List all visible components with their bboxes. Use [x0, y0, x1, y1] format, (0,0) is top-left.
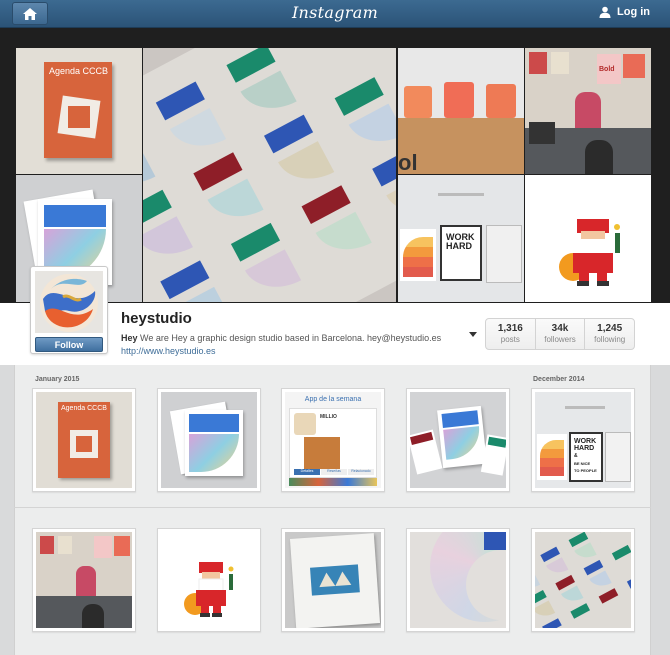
bio-name: Hey [121, 333, 138, 343]
stat-following-value: 1,245 [597, 323, 623, 334]
stat-posts-label: posts [500, 335, 520, 344]
month-label-january-2015: January 2015 [35, 376, 80, 383]
chevron-down-icon[interactable] [469, 332, 477, 337]
stat-following-label: following [594, 335, 626, 344]
feed-photo[interactable] [157, 388, 261, 492]
poster-amp: & [574, 453, 578, 459]
stat-posts-value: 1,316 [497, 323, 523, 334]
feed-photo[interactable]: App de la semana MILLIO Detalles Reseñas… [281, 388, 385, 492]
profile-bio: Hey We are Hey a graphic design studio b… [121, 333, 441, 343]
profile-username: heystudio [121, 310, 192, 327]
feed-divider [14, 507, 651, 508]
login-link[interactable]: Log in [599, 6, 650, 18]
profile-stats: 1,316 posts 34k followers 1,245 followin… [485, 318, 635, 350]
poster-hard: HARD [574, 445, 595, 452]
stat-followers[interactable]: 34k followers [536, 319, 586, 349]
stat-following[interactable]: 1,245 following [585, 319, 634, 349]
follow-button[interactable]: Follow [35, 337, 103, 352]
instagram-logo[interactable]: Instagram [0, 3, 670, 22]
poster-be-nice: BE NICE [574, 461, 591, 466]
feed-photo[interactable] [32, 528, 136, 632]
hero-photo-boxes[interactable]: ol [398, 48, 524, 174]
feed-photo[interactable] [406, 388, 510, 492]
user-icon [599, 6, 611, 18]
poster-to-people: TO PEOPLE [574, 468, 597, 473]
hero-photo-santa[interactable] [525, 175, 651, 302]
hero-photo-book[interactable]: Agenda CCCB [16, 48, 142, 174]
hero-photo-holographic-prints[interactable] [143, 48, 396, 302]
avatar-card: Follow [30, 266, 108, 354]
poster-bold-label: Bold [599, 66, 615, 73]
feed-photo[interactable]: WORK HARD & BE NICE TO PEOPLE [531, 388, 635, 492]
app-tab-details: Detalles [294, 469, 320, 475]
poster-work: WORK [574, 438, 597, 445]
profile-website-link[interactable]: http://www.heystudio.es [121, 346, 216, 356]
avatar[interactable] [35, 271, 103, 333]
feed-photo[interactable] [406, 528, 510, 632]
hero-photo-studio[interactable]: Bold [525, 48, 651, 174]
login-label: Log in [617, 6, 650, 18]
bio-text: We are Hey a graphic design studio based… [137, 333, 442, 343]
hero-photo-work-hard[interactable]: WORK HARD [398, 175, 524, 302]
app-tab-related: Relacionado [348, 469, 374, 475]
book-title: Agenda CCCB [61, 405, 107, 412]
stat-followers-value: 34k [551, 323, 569, 334]
stat-posts[interactable]: 1,316 posts [486, 319, 536, 349]
hero-collage: Agenda CCCB ol Bold WORK HARD [0, 28, 670, 303]
month-label-december-2014: December 2014 [533, 376, 585, 383]
app-title: App de la semana [304, 396, 362, 403]
book-title: Agenda CCCB [49, 66, 109, 76]
app-tab-reviews: Reseñas [321, 469, 347, 475]
top-nav: Instagram Log in [0, 0, 670, 28]
feed-photo[interactable] [281, 528, 385, 632]
feed-photo[interactable]: Agenda CCCB [32, 388, 136, 492]
app-name: MILLIO [320, 414, 337, 420]
feed-photo[interactable] [531, 528, 635, 632]
stat-followers-label: followers [544, 335, 576, 344]
feed-photo[interactable] [157, 528, 261, 632]
